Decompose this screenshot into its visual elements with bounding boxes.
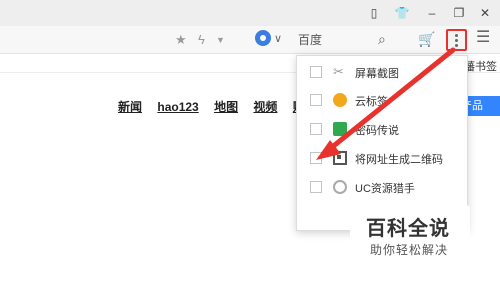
toolbar: ★ ϟ ▼ ∨ 百度 ⌕ 🛒 ☰ — [0, 26, 500, 54]
page-nav-links: 新闻 hao123 地图 视频 贴 — [118, 98, 317, 115]
dropdown-item-label: 屏幕截图 — [355, 68, 399, 80]
star-icon[interactable]: ★ — [175, 32, 187, 48]
checkbox[interactable] — [310, 94, 322, 106]
qr-code-icon — [333, 151, 347, 165]
cloud-icon — [333, 93, 347, 107]
dropdown-item-label: UC资源猎手 — [355, 183, 415, 195]
bookmark-item[interactable]: 藩书签 — [464, 58, 497, 74]
dropdown-item-label: 云标签 — [355, 96, 388, 108]
title-bar: ▯ 👕 – ❐ ✕ — [0, 0, 500, 26]
nav-link-news[interactable]: 新闻 — [118, 100, 142, 114]
restore-icon[interactable]: ❐ — [451, 5, 467, 21]
search-icon[interactable]: ⌕ — [378, 31, 386, 47]
watermark-subtitle: 助你轻松解决 — [370, 243, 449, 257]
dropdown-item[interactable]: ✂ 屏幕截图 — [297, 58, 467, 86]
nav-link-hao123[interactable]: hao123 — [157, 100, 198, 114]
scissors-icon: ✂ — [333, 64, 344, 79]
dropdown-item-label: 将网址生成二维码 — [355, 154, 443, 166]
dropdown-item[interactable]: UC资源猎手 — [297, 173, 467, 201]
hamburger-menu-icon[interactable]: ☰ — [476, 30, 490, 46]
chevron-down-icon[interactable]: ▼ — [216, 32, 225, 48]
watermark-title: 百科全说 — [366, 218, 450, 240]
minimize-icon[interactable]: – — [424, 5, 440, 21]
vertical-dots-icon — [455, 34, 458, 49]
watermark-logo: 百科全说 助你轻松解决 — [350, 205, 470, 265]
more-menu-button[interactable] — [446, 29, 467, 51]
dropdown-item-label: 密码传说 — [355, 125, 399, 137]
search-engine-icon[interactable] — [255, 30, 271, 46]
lightning-icon[interactable]: ϟ — [198, 32, 205, 48]
nav-link-map[interactable]: 地图 — [214, 100, 238, 114]
checkbox[interactable] — [310, 181, 322, 193]
skin-icon[interactable]: 👕 — [394, 5, 410, 21]
reading-mode-icon[interactable]: ▯ — [366, 5, 382, 21]
dropdown-item[interactable]: 密码传说 — [297, 115, 467, 143]
lock-icon — [333, 122, 347, 136]
dropdown-item[interactable]: 云标签 — [297, 86, 467, 114]
engine-dropdown-icon[interactable]: ∨ — [274, 31, 282, 47]
checkbox[interactable] — [310, 123, 322, 135]
search-engine-label[interactable]: 百度 — [298, 31, 322, 48]
checkbox[interactable] — [310, 66, 322, 78]
nav-link-video[interactable]: 视频 — [253, 100, 277, 114]
close-icon[interactable]: ✕ — [477, 5, 493, 21]
dropdown-item[interactable]: 将网址生成二维码 — [297, 144, 467, 172]
gauge-icon — [333, 180, 347, 194]
checkbox[interactable] — [310, 152, 322, 164]
cart-icon[interactable]: 🛒 — [418, 31, 435, 47]
